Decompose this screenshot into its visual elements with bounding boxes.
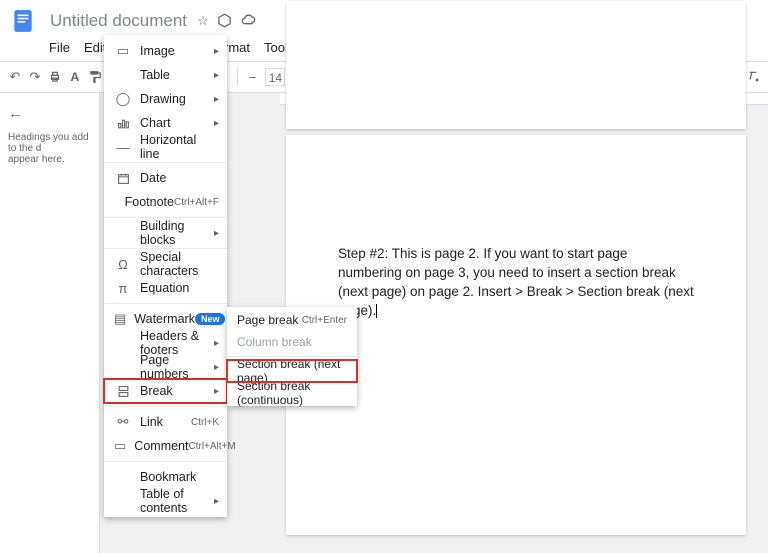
link-icon: ⚯: [114, 414, 132, 430]
outline-back-icon[interactable]: ←: [8, 105, 91, 122]
redo-button[interactable]: ↷: [26, 66, 44, 88]
menu-chart[interactable]: Chart▸: [104, 111, 227, 135]
menu-watermark[interactable]: ▤WatermarkNew: [104, 307, 227, 331]
insert-menu-dropdown: ▭Image▸ Table▸ ◯Drawing▸ Chart▸ —Horizon…: [104, 35, 227, 517]
menu-image[interactable]: ▭Image▸: [104, 39, 227, 63]
menu-page-numbers[interactable]: Page numbers▸: [104, 355, 227, 379]
print-button[interactable]: [46, 66, 64, 88]
chart-icon: [114, 117, 132, 130]
page-1[interactable]: [286, 1, 746, 129]
menu-date[interactable]: Date: [104, 166, 227, 190]
menu-comment[interactable]: ▭CommentCtrl+Alt+M: [104, 434, 227, 458]
break-submenu: Page breakCtrl+Enter Column break Sectio…: [227, 307, 357, 406]
new-badge: New: [195, 313, 226, 325]
menu-footnote[interactable]: FootnoteCtrl+Alt+F: [104, 190, 227, 214]
submenu-page-break[interactable]: Page breakCtrl+Enter: [227, 309, 357, 331]
hr-icon: —: [114, 140, 132, 155]
document-title[interactable]: Untitled document: [44, 9, 193, 33]
font-size-input[interactable]: 14: [265, 68, 285, 86]
outline-hint: Headings you add to the d appear here.: [8, 132, 91, 165]
watermark-icon: ▤: [114, 311, 126, 327]
docs-logo-icon[interactable]: [8, 6, 38, 36]
cloud-icon[interactable]: [240, 13, 256, 29]
clear-format-button[interactable]: [744, 66, 762, 88]
menu-equation[interactable]: πEquation: [104, 276, 227, 300]
spellcheck-button[interactable]: A: [66, 66, 84, 88]
menu-link[interactable]: ⚯LinkCtrl+K: [104, 410, 227, 434]
menu-break[interactable]: Break▸: [104, 379, 227, 403]
menu-toc[interactable]: Table of contents▸: [104, 489, 227, 513]
menu-special-chars[interactable]: ΩSpecial characters: [104, 252, 227, 276]
fontsize-decrease[interactable]: −: [244, 66, 262, 88]
undo-button[interactable]: ↶: [6, 66, 24, 88]
menu-drawing[interactable]: ◯Drawing▸: [104, 87, 227, 111]
menu-building-blocks[interactable]: Building blocks▸: [104, 221, 227, 245]
text-cursor: [376, 304, 377, 318]
star-icon[interactable]: ☆: [197, 13, 209, 29]
menu-table[interactable]: Table▸: [104, 63, 227, 87]
move-icon[interactable]: [217, 13, 232, 29]
paint-format-button[interactable]: [86, 66, 104, 88]
menu-file[interactable]: File: [42, 38, 77, 57]
outline-panel: ← Headings you add to the d appear here.: [0, 93, 100, 553]
document-text[interactable]: Step #2: This is page 2. If you want to …: [338, 245, 694, 321]
break-icon: [114, 385, 132, 398]
pi-icon: π: [114, 281, 132, 296]
menu-bookmark[interactable]: Bookmark: [104, 465, 227, 489]
submenu-section-break-next[interactable]: Section break (next page): [227, 360, 357, 382]
calendar-icon: [114, 172, 132, 185]
comment-icon: ▭: [114, 438, 126, 454]
omega-icon: Ω: [114, 257, 132, 272]
menu-headers-footers[interactable]: Headers & footers▸: [104, 331, 227, 355]
submenu-section-break-continuous[interactable]: Section break (continuous): [227, 382, 357, 404]
drawing-icon: ◯: [114, 91, 132, 107]
image-icon: ▭: [114, 43, 132, 59]
menu-hr[interactable]: —Horizontal line: [104, 135, 227, 159]
submenu-column-break: Column break: [227, 331, 357, 353]
